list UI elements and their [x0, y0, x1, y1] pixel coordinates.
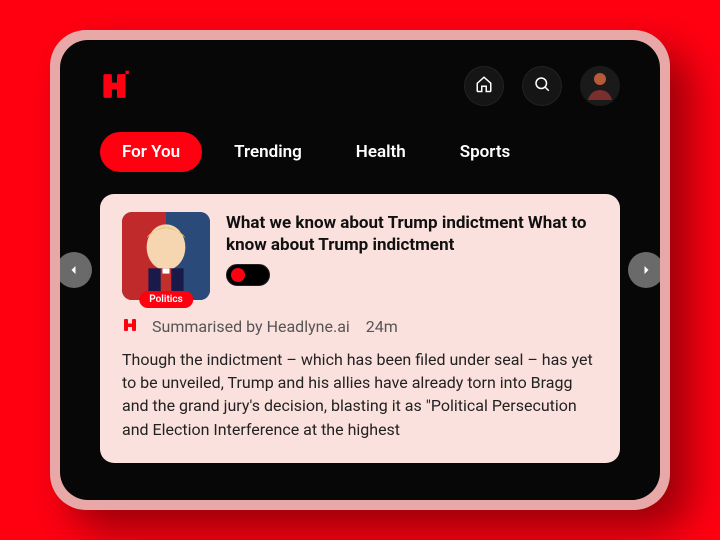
app-logo[interactable] [100, 69, 134, 103]
category-badge: Politics [139, 291, 193, 308]
tab-sports[interactable]: Sports [438, 132, 533, 172]
sentiment-toggle[interactable] [226, 264, 270, 286]
tab-health[interactable]: Health [334, 132, 428, 172]
chevron-right-icon [640, 261, 652, 280]
source-line: Summarised by Headlyne.ai [152, 317, 350, 336]
tab-trending[interactable]: Trending [212, 132, 324, 172]
article-thumbnail: Politics [122, 212, 210, 300]
time-ago: 24m [366, 317, 398, 336]
next-article-button[interactable] [628, 252, 660, 288]
home-button[interactable] [464, 66, 504, 106]
source-logo-icon [122, 316, 142, 336]
toggle-knob-icon [231, 268, 245, 282]
avatar-icon [580, 66, 620, 106]
article-headline: What we know about Trump indictment What… [226, 212, 598, 256]
tab-for-you[interactable]: For You [100, 132, 202, 172]
profile-avatar[interactable] [580, 66, 620, 106]
article-card[interactable]: Politics What we know about Trump indict… [100, 194, 620, 463]
category-tabs: For You Trending Health Sports [100, 132, 620, 172]
search-button[interactable] [522, 66, 562, 106]
search-icon [533, 75, 551, 97]
top-bar [100, 66, 620, 106]
article-body: Though the indictment – which has been f… [122, 348, 598, 441]
chevron-left-icon [68, 261, 80, 280]
home-icon [475, 75, 493, 97]
prev-article-button[interactable] [60, 252, 92, 288]
app-screen: For You Trending Health Sports [60, 40, 660, 500]
